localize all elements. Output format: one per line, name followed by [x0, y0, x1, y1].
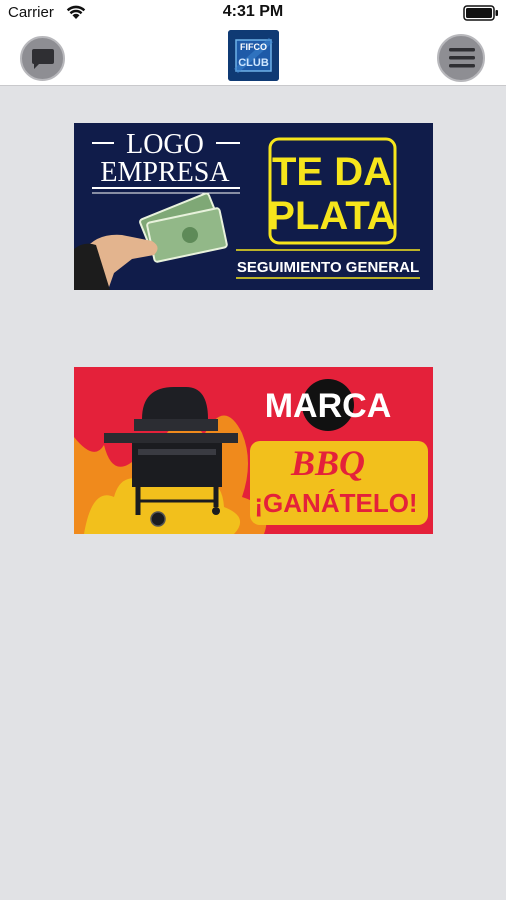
- menu-button[interactable]: [437, 34, 485, 82]
- battery-icon: [463, 5, 498, 21]
- clock: 4:31 PM: [222, 3, 284, 20]
- banner2-brand: MARCA: [265, 387, 392, 425]
- logo-text-bottom: CLUB: [238, 57, 269, 69]
- navigation-bar: FIFCO CLUB: [0, 26, 506, 86]
- banner1-logo-line1: LOGO: [126, 129, 204, 160]
- banner2-subheadline: ¡GANÁTELO!: [254, 488, 417, 518]
- fifco-club-logo-graphic: FIFCO CLUB: [228, 30, 279, 81]
- chat-bubble-icon: [32, 49, 54, 69]
- chat-button[interactable]: [20, 36, 65, 81]
- banner2-headline: BBQ: [290, 443, 365, 483]
- hamburger-menu-icon: [449, 48, 475, 68]
- te-da-plata-graphic: LOGO EMPRESA TE DA PLATA SEGUIMIENTO GEN…: [74, 123, 433, 290]
- logo-text-top: FIFCO: [240, 42, 267, 52]
- banner1-headline-line1: TE DA: [272, 150, 392, 194]
- status-bar: Carrier 4:31 PM: [0, 0, 506, 26]
- banner1-headline-line2: PLATA: [268, 194, 395, 238]
- fifco-club-logo: FIFCO CLUB: [228, 30, 279, 81]
- promo-banner-bbq[interactable]: MARCA BBQ ¡GANÁTELO!: [74, 367, 433, 534]
- banner1-logo-line2: EMPRESA: [100, 157, 230, 188]
- promo-banner-te-da-plata[interactable]: LOGO EMPRESA TE DA PLATA SEGUIMIENTO GEN…: [74, 123, 433, 290]
- banner1-footer: SEGUIMIENTO GENERAL: [237, 259, 419, 276]
- bbq-graphic: MARCA BBQ ¡GANÁTELO!: [74, 367, 433, 534]
